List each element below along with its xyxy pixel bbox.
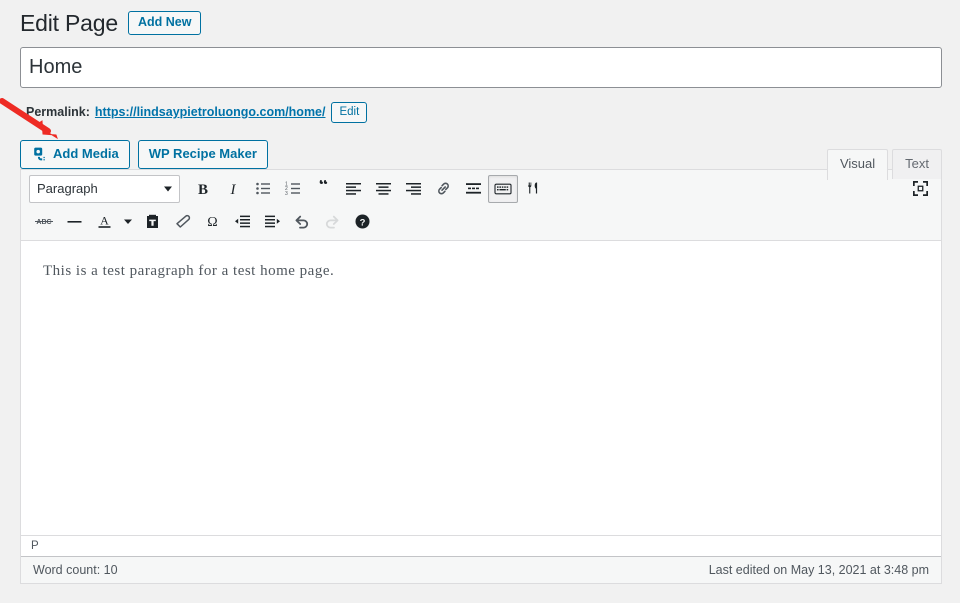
strikethrough-icon: ABC <box>33 214 55 228</box>
horizontal-line-icon <box>66 213 83 230</box>
permalink-label: Permalink: <box>26 105 90 119</box>
text-color-caret-icon <box>123 216 133 226</box>
italic-icon: I <box>225 181 241 197</box>
permalink-slug: home/ <box>289 105 326 119</box>
special-character-icon: Ω <box>204 213 221 230</box>
word-count: Word count: 10 <box>33 563 118 577</box>
media-camera-icon <box>31 146 47 162</box>
special-character-button[interactable]: Ω <box>197 207 227 235</box>
editor-content-area[interactable]: This is a test paragraph for a test home… <box>21 241 941 535</box>
page-header: Edit Page Add New <box>0 0 960 38</box>
text-color-dropdown-button[interactable] <box>119 207 137 235</box>
toolbar-toggle-icon <box>494 182 512 196</box>
permalink-row: Permalink: https://lindsaypietroluongo.c… <box>0 88 960 125</box>
align-left-icon <box>345 180 362 197</box>
undo-button[interactable] <box>287 207 317 235</box>
element-path-bar: P <box>21 535 941 556</box>
editor-toolbar: Paragraph B I <box>21 170 941 241</box>
paragraph-format-select[interactable]: Paragraph <box>29 175 180 203</box>
chevron-down-icon <box>164 186 172 191</box>
increase-indent-button[interactable] <box>257 207 287 235</box>
tab-visual[interactable]: Visual <box>827 149 888 180</box>
toolbar-row-1: Paragraph B I <box>21 172 941 205</box>
tab-text[interactable]: Text <box>892 149 942 179</box>
decrease-indent-icon <box>234 213 251 230</box>
page-title-input[interactable] <box>20 47 942 88</box>
strikethrough-button[interactable]: ABC <box>29 207 59 235</box>
add-media-label: Add Media <box>53 145 119 163</box>
align-center-button[interactable] <box>368 175 398 203</box>
media-buttons-row: Add Media WP Recipe Maker <box>0 125 960 169</box>
italic-button[interactable]: I <box>218 175 248 203</box>
toolbar-toggle-button[interactable] <box>488 175 518 203</box>
numbered-list-icon: 1 2 3 <box>285 180 302 197</box>
paste-as-text-icon <box>144 213 161 230</box>
add-media-button[interactable]: Add Media <box>20 140 130 169</box>
clear-formatting-icon <box>174 213 191 230</box>
last-edited: Last edited on May 13, 2021 at 3:48 pm <box>709 563 929 577</box>
editor-mode-tabs: Visual Text <box>823 148 942 179</box>
wp-recipe-maker-label: WP Recipe Maker <box>149 145 257 163</box>
svg-text:?: ? <box>359 217 365 228</box>
svg-text:Ω: Ω <box>207 215 217 230</box>
svg-text:A: A <box>100 213 109 227</box>
text-color-icon: A <box>96 213 113 230</box>
redo-button[interactable] <box>317 207 347 235</box>
bold-button[interactable]: B <box>188 175 218 203</box>
svg-text:ABC: ABC <box>36 219 51 226</box>
increase-indent-icon <box>264 213 281 230</box>
clear-formatting-button[interactable] <box>167 207 197 235</box>
bulleted-list-button[interactable] <box>248 175 278 203</box>
page-title: Edit Page <box>20 9 118 38</box>
bold-icon: B <box>195 181 211 197</box>
insert-link-button[interactable] <box>428 175 458 203</box>
toolbar-row-2: ABC A <box>21 205 941 237</box>
element-path: P <box>31 540 39 552</box>
align-center-icon <box>375 180 392 197</box>
editor-container: Paragraph B I <box>20 169 942 584</box>
blockquote-icon: “ <box>315 180 332 197</box>
keyboard-shortcuts-icon: ? <box>354 213 371 230</box>
align-right-button[interactable] <box>398 175 428 203</box>
editor-status-bar: Word count: 10 Last edited on May 13, 20… <box>21 556 941 583</box>
wp-recipe-maker-toolbar-button[interactable] <box>518 175 548 203</box>
wp-recipe-maker-button[interactable]: WP Recipe Maker <box>138 140 268 169</box>
horizontal-line-button[interactable] <box>59 207 89 235</box>
svg-text:I: I <box>230 182 237 197</box>
blockquote-button[interactable]: “ <box>308 175 338 203</box>
numbered-list-button[interactable]: 1 2 3 <box>278 175 308 203</box>
svg-text:B: B <box>198 182 208 197</box>
keyboard-shortcuts-button[interactable]: ? <box>347 207 377 235</box>
add-new-button[interactable]: Add New <box>128 11 201 35</box>
paste-as-text-button[interactable] <box>137 207 167 235</box>
fullscreen-icon <box>912 180 929 197</box>
redo-icon <box>323 213 341 230</box>
align-right-icon <box>405 180 422 197</box>
read-more-button[interactable] <box>458 175 488 203</box>
bulleted-list-icon <box>255 180 272 197</box>
insert-link-icon <box>435 180 452 197</box>
svg-text:“: “ <box>318 180 328 196</box>
align-left-button[interactable] <box>338 175 368 203</box>
permalink-link[interactable]: https://lindsaypietroluongo.com/home/ <box>95 105 326 119</box>
editor-paragraph: This is a test paragraph for a test home… <box>43 259 919 283</box>
undo-icon <box>293 213 311 230</box>
title-field-wrapper <box>0 38 960 88</box>
recipe-fork-knife-icon <box>525 180 542 197</box>
read-more-icon <box>465 180 482 197</box>
paragraph-format-value: Paragraph <box>37 181 98 196</box>
text-color-button[interactable]: A <box>89 207 119 235</box>
permalink-base: https://lindsaypietroluongo.com/ <box>95 105 289 119</box>
decrease-indent-button[interactable] <box>227 207 257 235</box>
svg-text:3: 3 <box>285 191 288 197</box>
permalink-edit-button[interactable]: Edit <box>331 102 367 123</box>
